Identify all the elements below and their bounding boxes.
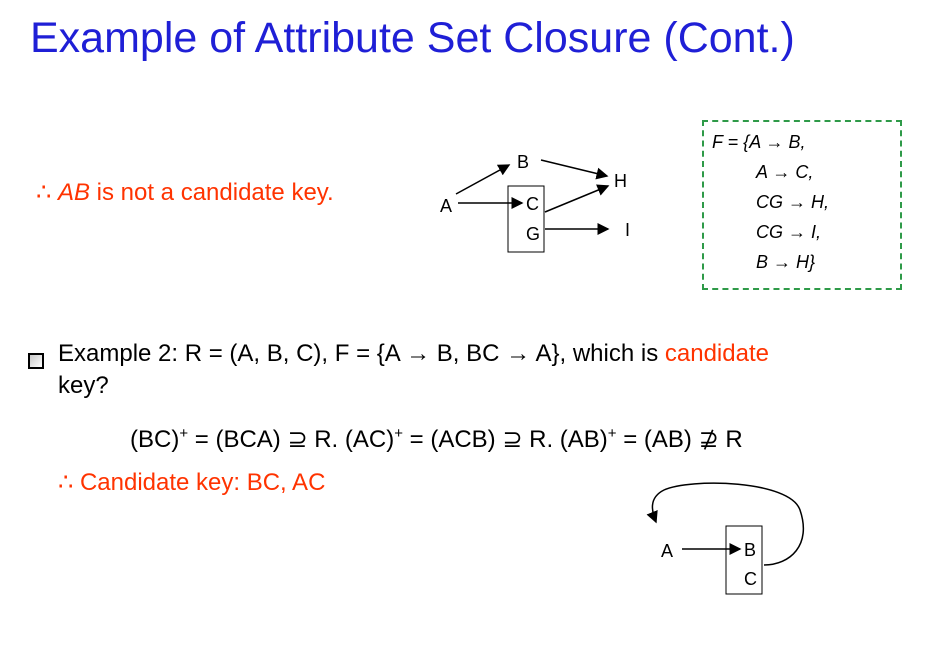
example2-text: Example 2: R = (A, B, C), F = {A → B, BC…: [58, 340, 659, 367]
node-c2: C: [744, 569, 757, 589]
node-a2: A: [661, 541, 673, 561]
closure-plus: +: [179, 425, 189, 442]
node-h: H: [614, 171, 627, 191]
closure-line: (BC)+ = (BCA) ⊇ R. (AC)+ = (ACB) ⊇ R. (A…: [130, 425, 743, 454]
candidate-key-line: ∴ Candidate key: BC, AC: [58, 469, 326, 496]
dependency-diagram-1: A B C G H I: [440, 152, 630, 253]
example2-line2: key?: [58, 372, 109, 400]
dependency-diagram-2: A B C: [646, 482, 805, 595]
example2-key: key?: [58, 372, 109, 399]
closure-plus: +: [607, 425, 617, 442]
node-c: C: [526, 194, 539, 214]
diagrams-canvas: A B C G H I A B C: [440, 152, 805, 595]
node-b: B: [517, 152, 529, 172]
node-i: I: [625, 220, 630, 240]
fd-line-2: A → C,: [756, 162, 814, 182]
arrow-cg-h: [544, 184, 610, 213]
fd-set-box: F = {A → B, A → C, CG → H, CG → I, B → H…: [702, 120, 902, 290]
bullet-icon: [28, 353, 44, 369]
example2-highlight: candidate: [664, 340, 769, 367]
fd-line-5: B → H}: [756, 252, 816, 272]
closure-ab: (AB): [559, 426, 608, 453]
closure-ab-eq: = (AB) ⊉ R: [616, 426, 743, 453]
closure-ac: (AC): [344, 426, 395, 453]
arrow-a-b: [455, 164, 511, 195]
node-g: G: [526, 224, 540, 244]
arrow-b-h: [540, 159, 609, 180]
example2-line1: Example 2: R = (A, B, C), F = {A → B, BC…: [58, 340, 769, 368]
closure-plus: +: [394, 425, 403, 442]
closure-bc: (BC): [130, 426, 180, 453]
closure-bc-eq: = (BCA) ⊇ R.: [188, 426, 345, 453]
node-a: A: [440, 196, 452, 216]
fd-line-3: CG → H,: [756, 192, 830, 212]
closure-ac-eq: = (ACB) ⊇ R.: [402, 426, 560, 453]
fd-line-1: F = {A → B,: [712, 132, 806, 152]
arrow-bc-a: [646, 482, 805, 566]
fd-line-4: CG → I,: [756, 222, 822, 242]
node-b2: B: [744, 540, 756, 560]
